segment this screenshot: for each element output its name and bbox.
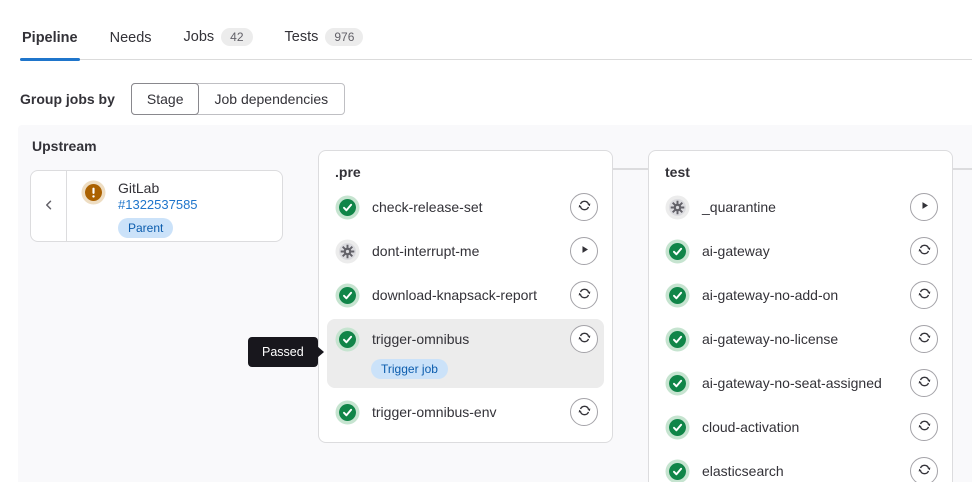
stage-column-pre: .pre check-release-set dont-interrupt-me d… [318,150,613,443]
parent-badge: Parent [118,218,173,238]
job-row-ai-gateway-no-license[interactable]: ai-gateway-no-license [649,317,952,361]
retry-job-button[interactable] [570,281,598,309]
job-name-link[interactable]: trigger-omnibus-env [372,404,558,420]
job-row-trigger-omnibus[interactable]: trigger-omnibus Trigger job [327,319,604,388]
job-row-ai-gateway[interactable]: ai-gateway [649,229,952,273]
pipeline-graph: Upstream GitLab #1322537585 Parent .pre … [18,125,972,482]
tab-label: Jobs [184,29,215,45]
group-jobs-controls: Group jobs by Stage Job dependencies [20,83,972,115]
retry-job-button[interactable] [910,369,938,397]
retry-icon [917,286,932,304]
retry-icon [577,198,592,216]
upstream-pipeline-card[interactable]: GitLab #1322537585 Parent [30,170,283,242]
retry-job-button[interactable] [910,457,938,482]
retry-job-button[interactable] [910,325,938,353]
play-icon [578,243,591,259]
play-icon [918,199,931,215]
status-success-icon [669,331,686,348]
job-name-link[interactable]: ai-gateway-no-add-on [702,287,898,303]
retry-job-button[interactable] [910,237,938,265]
pipeline-tab-bar: Pipeline Needs Jobs 42 Tests 976 [20,0,972,60]
job-name-link[interactable]: _quarantine [702,199,898,215]
status-success-icon [669,243,686,260]
tab-tests[interactable]: Tests 976 [283,28,366,59]
job-row-ai-gateway-no-add-on[interactable]: ai-gateway-no-add-on [649,273,952,317]
stage-name: test [649,151,952,185]
retry-icon [917,462,932,480]
status-success-icon [339,199,356,216]
retry-job-button[interactable] [570,325,598,353]
job-row-cloud-activation[interactable]: cloud-activation [649,405,952,449]
job-row-download-knapsack-report[interactable]: download-knapsack-report [319,273,612,317]
status-success-icon [669,287,686,304]
job-name-link[interactable]: ai-gateway-no-seat-assigned [702,375,898,391]
group-by-stage-button[interactable]: Stage [131,83,200,115]
job-row-elasticsearch[interactable]: elasticsearch [649,449,952,482]
job-name-link[interactable]: ai-gateway [702,243,898,259]
play-job-button[interactable] [570,237,598,265]
tab-jobs[interactable]: Jobs 42 [182,28,255,59]
status-warning-icon [85,184,102,201]
retry-job-button[interactable] [570,398,598,426]
job-name-link[interactable]: dont-interrupt-me [372,243,558,259]
retry-icon [917,418,932,436]
retry-icon [577,286,592,304]
tab-label: Tests [285,29,319,45]
group-by-segmented-control: Stage Job dependencies [131,83,345,115]
status-success-icon [669,375,686,392]
stage-column-test: test _quarantine ai-gateway ai-gateway-no-… [648,150,953,482]
job-name-link[interactable]: ai-gateway-no-license [702,331,898,347]
stage-name: .pre [319,151,612,185]
retry-job-button[interactable] [910,413,938,441]
group-by-job-dependencies-button[interactable]: Job dependencies [198,84,344,114]
status-success-icon [669,419,686,436]
tests-count-badge: 976 [325,28,363,46]
status-manual-icon [339,243,356,260]
tab-needs[interactable]: Needs [108,30,154,59]
trigger-job-badge: Trigger job [371,359,448,379]
tooltip-text: Passed [262,345,304,359]
job-row-dont-interrupt-me[interactable]: dont-interrupt-me [319,229,612,273]
collapse-upstream-button[interactable] [31,171,67,241]
chevron-left-icon [43,199,55,214]
job-name-link[interactable]: check-release-set [372,199,558,215]
job-name-link[interactable]: elasticsearch [702,463,898,479]
job-row-check-release-set[interactable]: check-release-set [319,185,612,229]
stage-connector-line [613,168,648,170]
status-manual-icon [669,199,686,216]
job-row-trigger-omnibus-env[interactable]: trigger-omnibus-env [319,390,612,434]
retry-icon [577,403,592,421]
job-status-tooltip: Passed [248,337,318,367]
retry-icon [917,330,932,348]
upstream-pipeline-id-link[interactable]: #1322537585 [118,197,198,213]
job-name-link[interactable]: download-knapsack-report [372,287,558,303]
status-success-icon [339,287,356,304]
retry-icon [577,330,592,348]
status-success-icon [339,404,356,421]
retry-icon [917,374,932,392]
stage-connector-line [953,168,972,170]
retry-job-button[interactable] [570,193,598,221]
status-success-icon [339,331,356,348]
job-row-_quarantine[interactable]: _quarantine [649,185,952,229]
tab-pipeline[interactable]: Pipeline [20,30,80,59]
tab-label: Needs [110,30,152,46]
jobs-count-badge: 42 [221,28,252,46]
status-success-icon [669,463,686,480]
job-row-ai-gateway-no-seat-assigned[interactable]: ai-gateway-no-seat-assigned [649,361,952,405]
group-jobs-by-label: Group jobs by [20,91,115,107]
upstream-project-name: GitLab [118,180,198,197]
tab-label: Pipeline [22,30,78,46]
retry-icon [917,242,932,260]
job-name-link[interactable]: trigger-omnibus [372,331,558,347]
job-name-link[interactable]: cloud-activation [702,419,898,435]
retry-job-button[interactable] [910,281,938,309]
play-job-button[interactable] [910,193,938,221]
upstream-column-title: Upstream [32,138,97,154]
